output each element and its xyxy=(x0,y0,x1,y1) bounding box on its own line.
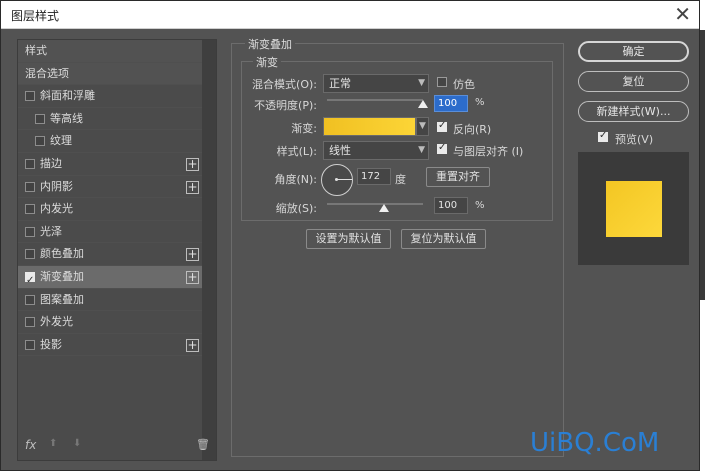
reverse-label: 反向(R) xyxy=(453,123,492,136)
add-effect-icon[interactable]: + xyxy=(186,248,199,262)
blend-options-item[interactable]: 混合选项 xyxy=(18,62,202,86)
section-title: 渐变叠加 xyxy=(245,36,295,52)
scale-slider-thumb[interactable] xyxy=(378,204,389,212)
styles-header[interactable]: 样式 xyxy=(18,40,202,63)
style-item-checkbox[interactable] xyxy=(25,249,35,260)
style-item-label: 投影 xyxy=(40,337,62,351)
scale-input[interactable]: 100 xyxy=(434,197,468,214)
scale-slider-track[interactable] xyxy=(327,203,423,205)
dither-label: 仿色 xyxy=(453,78,475,91)
opacity-slider-thumb[interactable] xyxy=(418,100,428,108)
add-effect-icon[interactable]: + xyxy=(186,157,199,171)
preview-label: 预览(V) xyxy=(615,133,654,146)
move-down-icon[interactable]: ⬇ xyxy=(73,438,81,449)
style-item-checkbox[interactable] xyxy=(25,158,35,169)
scale-unit: % xyxy=(475,200,485,211)
opacity-slider-track[interactable] xyxy=(327,99,423,101)
style-item[interactable]: 描边 + xyxy=(18,153,202,176)
angle-input[interactable]: 172 xyxy=(357,168,391,185)
preview-swatch xyxy=(606,181,662,237)
style-item-label: 外发光 xyxy=(40,315,73,329)
style-item-label: 斜面和浮雕 xyxy=(40,89,95,103)
gradient-label: 渐变: xyxy=(291,122,317,135)
list-scrollbar[interactable] xyxy=(202,40,216,460)
opacity-unit: % xyxy=(475,97,485,108)
style-item-label: 图案叠加 xyxy=(40,292,84,306)
close-icon[interactable]: ✕ xyxy=(674,3,691,25)
watermark: UiBQ.CoM xyxy=(530,428,660,458)
reset-alignment-button[interactable]: 重置对齐 xyxy=(426,167,490,187)
style-item[interactable]: 内阴影 + xyxy=(18,176,202,199)
style-item-checkbox[interactable] xyxy=(35,136,45,147)
dialog-title: 图层样式 xyxy=(11,9,60,23)
new-style-button[interactable]: 新建样式(W)... xyxy=(578,101,689,122)
style-item-label: 内阴影 xyxy=(40,179,73,193)
reverse-checkbox[interactable] xyxy=(437,120,447,132)
style-label: 样式(L): xyxy=(276,145,317,158)
make-default-button[interactable]: 设置为默认值 xyxy=(306,229,391,249)
align-with-layer-label: 与图层对齐 (I) xyxy=(453,145,524,158)
angle-label: 角度(N): xyxy=(274,173,317,186)
style-item-label: 内发光 xyxy=(40,202,73,216)
add-effect-icon[interactable]: + xyxy=(186,270,199,284)
gradient-group-title: 渐变 xyxy=(253,54,281,70)
style-items: 斜面和浮雕等高线纹理描边 + 内阴影 + 内发光光泽颜色叠加 + 渐变叠加 + 图案叠加外发光投… xyxy=(18,85,202,357)
trash-icon[interactable]: 🗑 xyxy=(196,438,210,451)
style-item[interactable]: 图案叠加 xyxy=(18,289,202,312)
style-item-checkbox[interactable] xyxy=(25,270,35,292)
chevron-down-icon: ▼ xyxy=(418,145,425,155)
style-item-label: 颜色叠加 xyxy=(40,247,84,261)
style-item-checkbox[interactable] xyxy=(35,113,45,124)
titlebar: 图层样式 ✕ xyxy=(1,1,699,29)
move-up-icon[interactable]: ⬆ xyxy=(49,438,57,449)
dither-checkbox[interactable] xyxy=(437,77,447,87)
style-item-label: 纹理 xyxy=(50,134,72,148)
style-item-checkbox[interactable] xyxy=(25,91,35,102)
style-item-checkbox[interactable] xyxy=(25,339,35,350)
fx-icon[interactable]: fx xyxy=(25,438,36,452)
style-item-checkbox[interactable] xyxy=(25,204,35,215)
add-effect-icon[interactable]: + xyxy=(186,338,199,352)
style-item-label: 等高线 xyxy=(50,111,83,125)
style-item[interactable]: 斜面和浮雕 xyxy=(18,85,202,108)
blend-mode-select[interactable]: 正常 ▼ xyxy=(323,74,429,93)
style-item-checkbox[interactable] xyxy=(25,226,35,237)
style-item-checkbox[interactable] xyxy=(25,181,35,192)
reset-button[interactable]: 复位 xyxy=(578,71,689,92)
chevron-down-icon[interactable]: ▼ xyxy=(416,117,429,136)
style-item-label: 描边 xyxy=(40,156,62,170)
angle-unit: 度 xyxy=(395,173,406,186)
chevron-down-icon: ▼ xyxy=(418,78,425,88)
layer-style-dialog: 图层样式 ✕ 样式 混合选项 斜面和浮雕等高线纹理描边 + 内阴影 + 内发光光泽颜色叠… xyxy=(0,0,700,471)
opacity-input[interactable]: 100 xyxy=(434,95,468,112)
gradient-picker[interactable] xyxy=(323,117,416,136)
style-item[interactable]: 内发光 xyxy=(18,198,202,221)
angle-dial[interactable] xyxy=(321,164,353,196)
list-footer: fx ⬆ ⬇ 🗑 xyxy=(18,438,210,458)
style-item[interactable]: 光泽 xyxy=(18,221,202,244)
style-item[interactable]: 纹理 xyxy=(18,130,202,153)
styles-list-panel: 样式 混合选项 斜面和浮雕等高线纹理描边 + 内阴影 + 内发光光泽颜色叠加 + 渐变叠加 +… xyxy=(17,39,217,461)
preview-box xyxy=(578,152,689,265)
opacity-label: 不透明度(P): xyxy=(254,99,317,112)
style-item-label: 光泽 xyxy=(40,224,62,238)
add-effect-icon[interactable]: + xyxy=(186,180,199,194)
preview-checkbox[interactable] xyxy=(598,130,608,142)
blend-mode-label: 混合模式(O): xyxy=(252,78,317,91)
style-item-checkbox[interactable] xyxy=(25,294,35,305)
reset-default-button[interactable]: 复位为默认值 xyxy=(401,229,486,249)
style-item[interactable]: 投影 + xyxy=(18,334,202,357)
style-item-label: 渐变叠加 xyxy=(40,269,84,283)
align-with-layer-checkbox[interactable] xyxy=(437,142,447,154)
scale-label: 缩放(S): xyxy=(275,202,317,215)
style-item[interactable]: 等高线 xyxy=(18,108,202,131)
style-select[interactable]: 线性 ▼ xyxy=(323,141,429,160)
style-item[interactable]: 渐变叠加 + xyxy=(18,265,202,292)
style-item[interactable]: 颜色叠加 + xyxy=(18,243,202,266)
ok-button[interactable]: 确定 xyxy=(578,41,689,62)
style-item[interactable]: 外发光 xyxy=(18,311,202,334)
styles-list: 样式 混合选项 斜面和浮雕等高线纹理描边 + 内阴影 + 内发光光泽颜色叠加 + 渐变叠加 +… xyxy=(18,40,202,357)
style-item-checkbox[interactable] xyxy=(25,317,35,328)
